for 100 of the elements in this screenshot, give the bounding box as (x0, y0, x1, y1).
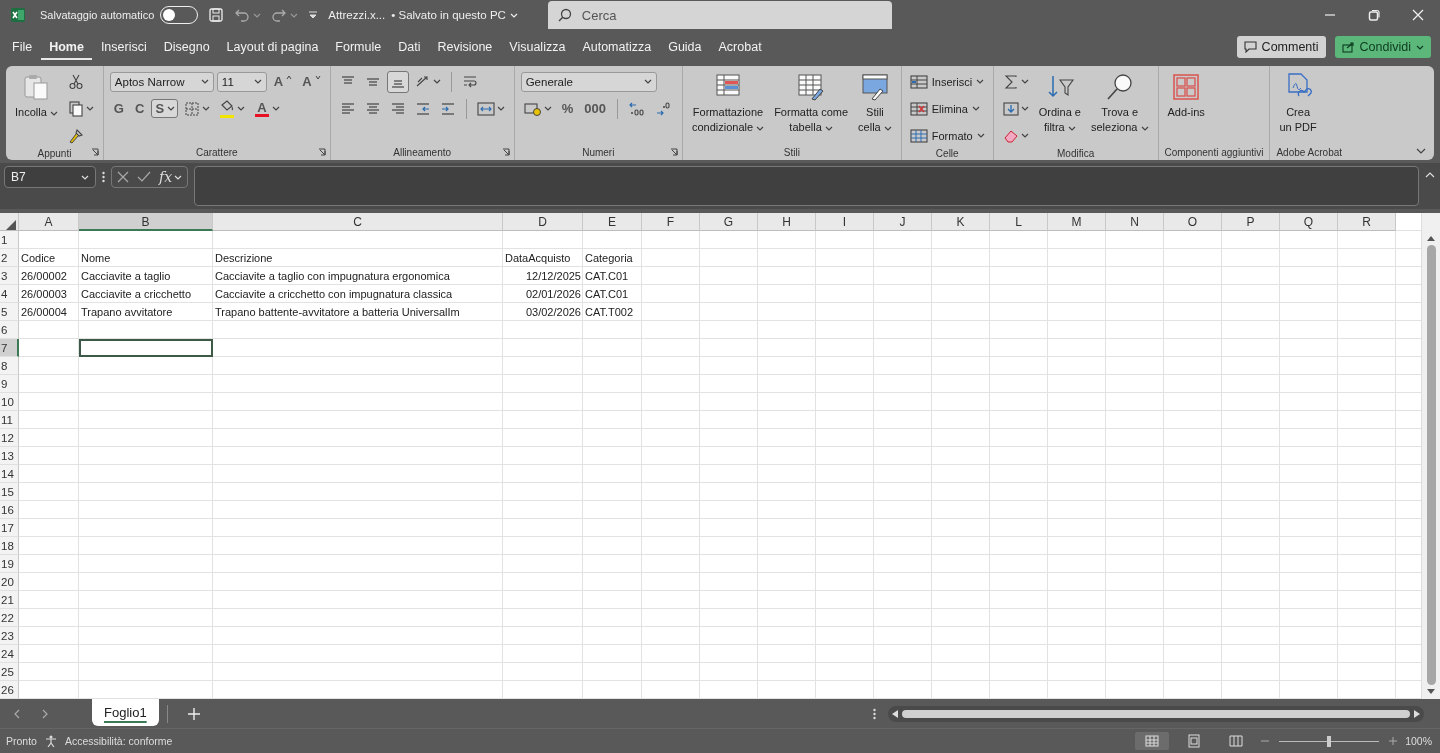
scissors-icon[interactable] (67, 73, 84, 90)
scroll-up-icon[interactable] (1427, 235, 1435, 241)
ribbon-tab[interactable]: Visualizza (501, 34, 574, 60)
format-button[interactable]: S (151, 99, 179, 118)
row-header[interactable]: 4 (0, 285, 19, 303)
ribbon-button[interactable]: Incolla (12, 70, 61, 122)
restore-icon[interactable] (1368, 9, 1380, 21)
fill-down-icon[interactable] (1002, 100, 1019, 117)
column-header[interactable]: I (816, 213, 874, 231)
column-header[interactable]: G (700, 213, 758, 231)
undo-icon[interactable] (234, 7, 251, 23)
row-header[interactable]: 19 (0, 555, 19, 573)
normal-view-icon[interactable] (1135, 732, 1170, 750)
column-header[interactable]: R (1338, 213, 1396, 231)
scroll-down-icon[interactable] (1427, 689, 1435, 695)
caret-icon[interactable] (1020, 79, 1029, 84)
column-header[interactable]: J (874, 213, 932, 231)
caret-icon[interactable] (883, 126, 892, 131)
row-header[interactable]: 17 (0, 519, 19, 537)
scrollbar-thumb[interactable] (1426, 245, 1436, 685)
accounting-icon[interactable] (523, 100, 542, 117)
launcher-icon[interactable] (669, 148, 678, 156)
delete-cells-icon[interactable] (909, 101, 928, 116)
ribbon-button[interactable]: Stili cella (855, 70, 895, 137)
column-header[interactable]: C (213, 213, 503, 231)
caret-icon[interactable] (49, 111, 58, 116)
row-header[interactable]: 13 (0, 447, 19, 465)
row-header[interactable]: 24 (0, 645, 19, 663)
previous-sheet-icon[interactable] (14, 708, 20, 719)
ribbon-button[interactable]: Add-ins (1164, 70, 1208, 122)
next-sheet-icon[interactable] (42, 708, 48, 719)
row-header[interactable]: 22 (0, 609, 19, 627)
share-button[interactable]: Condividi (1334, 36, 1431, 58)
caret-icon[interactable] (1416, 44, 1424, 50)
caret-icon[interactable] (432, 79, 441, 84)
redo-icon[interactable] (271, 7, 288, 23)
row-header[interactable]: 14 (0, 465, 19, 483)
launcher-icon[interactable] (317, 148, 326, 156)
row-header[interactable]: 6 (0, 321, 19, 339)
format-button[interactable]: % (557, 99, 578, 118)
column-header[interactable]: H (758, 213, 816, 231)
ribbon-tab[interactable]: Guida (660, 34, 710, 60)
row-header[interactable]: 3 (0, 267, 19, 285)
column-header[interactable]: N (1106, 213, 1164, 231)
ribbon-button[interactable]: Ordina e filtra (1035, 70, 1084, 137)
format-button[interactable]: A (251, 97, 284, 120)
zoom-slider-thumb[interactable] (1327, 735, 1332, 747)
brush-icon[interactable] (67, 127, 84, 144)
caret-icon[interactable] (756, 126, 765, 131)
merge-cells-icon[interactable] (476, 100, 495, 117)
ribbon-tab[interactable]: Layout di pagina (218, 34, 327, 60)
zoom-level[interactable]: 100% (1405, 735, 1432, 747)
insert-cells-icon[interactable] (909, 74, 928, 89)
more-icon[interactable] (873, 707, 876, 720)
scroll-left-icon[interactable] (892, 709, 898, 718)
increase-decimal-icon[interactable] (627, 100, 646, 117)
format-button[interactable]: 000 (580, 99, 610, 118)
row-header[interactable]: 20 (0, 573, 19, 591)
cancel-icon[interactable] (117, 171, 129, 183)
scroll-right-icon[interactable] (1414, 709, 1420, 718)
caret-icon[interactable] (1020, 106, 1029, 111)
format-cells-icon[interactable] (909, 128, 928, 143)
row-header[interactable]: 11 (0, 411, 19, 429)
format-button[interactable]: A (298, 72, 324, 91)
row-header[interactable]: 2 (0, 249, 19, 267)
ribbon-button[interactable]: Formattazione condizionale (688, 70, 768, 137)
ribbon-tab[interactable]: Disegno (155, 34, 218, 60)
collapse-ribbon-icon[interactable] (1416, 148, 1426, 154)
caret-icon[interactable] (202, 106, 211, 111)
row-header[interactable]: 26 (0, 681, 19, 699)
column-header[interactable]: O (1164, 213, 1222, 231)
ribbon-tab[interactable]: Formule (327, 34, 390, 60)
active-cell[interactable] (79, 339, 213, 357)
copy-icon[interactable] (67, 100, 84, 117)
column-header[interactable]: L (990, 213, 1048, 231)
format-button[interactable]: G (109, 99, 128, 118)
column-header[interactable]: D (503, 213, 583, 231)
save-icon[interactable] (208, 7, 225, 23)
ribbon-tab[interactable]: Automatizza (574, 34, 660, 60)
customize-icon[interactable] (308, 11, 319, 19)
align-left-icon[interactable] (339, 100, 356, 117)
column-header[interactable]: M (1048, 213, 1106, 231)
ribbon-button[interactable]: Trova e seleziona (1087, 70, 1152, 137)
accessibility-icon[interactable] (44, 735, 57, 747)
caret-icon[interactable] (167, 106, 176, 111)
format-button[interactable]: A (269, 72, 296, 91)
caret-icon[interactable] (643, 79, 652, 84)
dropdown-field[interactable]: Aptos Narrow (109, 71, 214, 92)
row-header[interactable]: 9 (0, 375, 19, 393)
column-header[interactable]: K (932, 213, 990, 231)
ribbon-tab[interactable]: Inserisci (92, 34, 155, 60)
ribbon-tab[interactable]: File (4, 34, 41, 60)
row-header[interactable]: 23 (0, 627, 19, 645)
launcher-icon[interactable] (90, 148, 99, 156)
row-header[interactable]: 18 (0, 537, 19, 555)
outdent-icon[interactable] (414, 100, 431, 117)
ribbon-tab[interactable]: Revisione (429, 34, 501, 60)
ribbon-tab[interactable]: Home (41, 34, 92, 60)
caret-icon[interactable] (976, 79, 985, 84)
formula-input[interactable] (194, 166, 1419, 206)
